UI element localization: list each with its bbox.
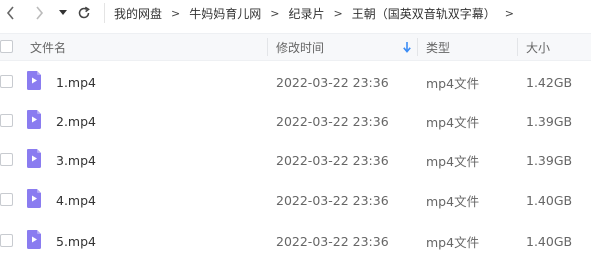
row-checkbox[interactable] xyxy=(0,234,13,247)
back-button[interactable] xyxy=(0,0,22,26)
breadcrumb-separator: > xyxy=(504,6,514,20)
file-modified-time: 2022-03-22 23:36 xyxy=(276,192,389,208)
column-header-type[interactable]: 类型 xyxy=(426,34,450,60)
file-modified-time: 2022-03-22 23:36 xyxy=(276,113,389,129)
video-file-icon xyxy=(27,149,41,168)
file-modified-time: 2022-03-22 23:36 xyxy=(276,152,389,168)
file-size: 1.40GB xyxy=(526,192,573,208)
file-row[interactable]: 3.mp4 2022-03-22 23:36 mp4文件 1.39GB xyxy=(0,141,591,179)
sort-descending-icon[interactable] xyxy=(403,42,411,53)
navigation-toolbar: 我的网盘 > 牛妈妈育儿网 > 纪录片 > 王朝（国英双音轨双字幕） > xyxy=(0,0,591,26)
refresh-icon xyxy=(78,6,90,19)
breadcrumb-item-parenting-site[interactable]: 牛妈妈育儿网 xyxy=(189,5,261,22)
column-header-modified[interactable]: 修改时间 xyxy=(276,34,324,60)
file-type: mp4文件 xyxy=(426,75,480,91)
file-type: mp4文件 xyxy=(426,193,480,209)
row-checkbox[interactable] xyxy=(0,114,13,127)
file-name[interactable]: 4.mp4 xyxy=(56,181,96,219)
column-divider[interactable] xyxy=(417,38,418,56)
file-type: mp4文件 xyxy=(426,114,480,130)
breadcrumb-separator: > xyxy=(171,6,181,20)
video-file-icon xyxy=(27,71,41,90)
column-header-name[interactable]: 文件名 xyxy=(30,34,66,60)
file-size: 1.40GB xyxy=(526,233,573,249)
forward-icon xyxy=(36,6,44,20)
column-divider[interactable] xyxy=(267,38,268,56)
column-divider[interactable] xyxy=(517,38,518,56)
file-list-header: 文件名 修改时间 类型 大小 xyxy=(0,33,591,61)
file-modified-time: 2022-03-22 23:36 xyxy=(276,74,389,90)
file-name[interactable]: 2.mp4 xyxy=(56,102,96,140)
breadcrumb-item-documentary[interactable]: 纪录片 xyxy=(288,5,324,22)
select-all-checkbox[interactable] xyxy=(0,40,13,53)
file-name[interactable]: 5.mp4 xyxy=(56,222,96,260)
forward-button[interactable] xyxy=(28,0,50,26)
file-row[interactable]: 2.mp4 2022-03-22 23:36 mp4文件 1.39GB xyxy=(0,102,591,140)
file-row[interactable]: 5.mp4 2022-03-22 23:36 mp4文件 1.40GB xyxy=(0,222,591,260)
file-size: 1.39GB xyxy=(526,152,573,168)
history-dropdown-icon xyxy=(59,10,67,15)
breadcrumb: 我的网盘 > 牛妈妈育儿网 > 纪录片 > 王朝（国英双音轨双字幕） > xyxy=(114,0,523,26)
back-icon xyxy=(6,6,14,20)
breadcrumb-separator: > xyxy=(270,6,280,20)
file-size: 1.42GB xyxy=(526,74,573,90)
breadcrumb-separator: > xyxy=(333,6,343,20)
history-dropdown-button[interactable] xyxy=(56,0,70,26)
file-row[interactable]: 1.mp4 2022-03-22 23:36 mp4文件 1.42GB xyxy=(0,63,591,101)
video-file-icon xyxy=(27,110,41,129)
file-type: mp4文件 xyxy=(426,234,480,250)
row-checkbox[interactable] xyxy=(0,193,13,206)
column-header-size[interactable]: 大小 xyxy=(526,34,550,60)
row-checkbox[interactable] xyxy=(0,75,13,88)
refresh-button[interactable] xyxy=(74,0,94,26)
breadcrumb-item-my-drive[interactable]: 我的网盘 xyxy=(114,5,162,22)
file-size: 1.39GB xyxy=(526,113,573,129)
file-name[interactable]: 3.mp4 xyxy=(56,141,96,179)
file-name[interactable]: 1.mp4 xyxy=(56,63,96,101)
file-row[interactable]: 4.mp4 2022-03-22 23:36 mp4文件 1.40GB xyxy=(0,181,591,219)
video-file-icon xyxy=(27,230,41,249)
toolbar-divider xyxy=(104,3,105,23)
file-modified-time: 2022-03-22 23:36 xyxy=(276,233,389,249)
video-file-icon xyxy=(27,189,41,208)
breadcrumb-item-current-folder[interactable]: 王朝（国英双音轨双字幕） xyxy=(352,5,496,22)
row-checkbox[interactable] xyxy=(0,153,13,166)
file-type: mp4文件 xyxy=(426,153,480,169)
